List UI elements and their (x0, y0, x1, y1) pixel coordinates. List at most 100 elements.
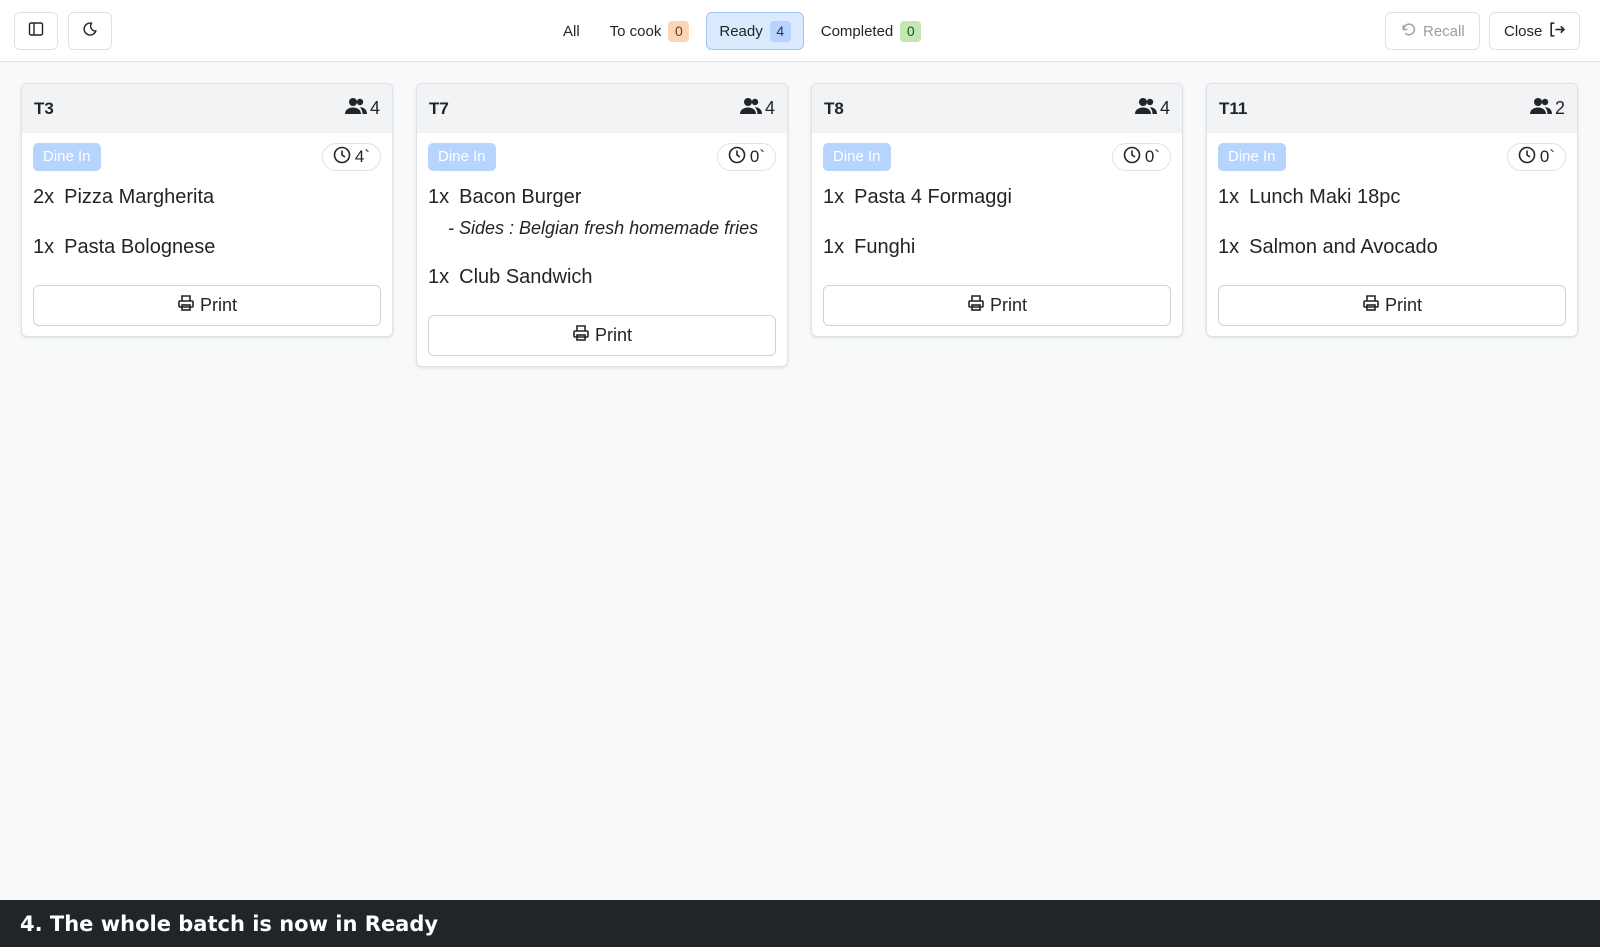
item-name: Pasta 4 Formaggi (854, 186, 1012, 208)
order-card-header: T11 2 (1207, 84, 1577, 133)
elapsed-timer: 4` (321, 143, 381, 171)
order-item-with-modifier: 1x Bacon Burger - Sides : Belgian fresh … (428, 185, 776, 239)
sidebar-toggle-button[interactable] (14, 12, 58, 50)
order-card-header: T3 4 (22, 84, 392, 133)
undo-icon (1400, 21, 1417, 42)
elapsed-value: 0` (1144, 147, 1160, 166)
table-number: T7 (429, 98, 449, 118)
moon-icon (82, 21, 98, 42)
print-label: Print (199, 295, 237, 315)
people-icon (1134, 97, 1157, 120)
status-filters: All To cook 0 Ready 4 Completed 0 (550, 12, 934, 50)
guest-count: 4 (344, 97, 380, 120)
item-name: Pasta Bolognese (64, 236, 216, 258)
step-caption: 4. The whole batch is now in Ready (0, 900, 1600, 947)
elapsed-timer: 0` (1111, 143, 1171, 171)
exit-icon (1548, 21, 1566, 42)
print-button[interactable]: Print (428, 315, 776, 356)
item-qty: 1x (428, 266, 450, 288)
order-card: T7 4 Dine In 0` 1x Bacon Burger - Sides … (416, 83, 788, 367)
dark-mode-button[interactable] (68, 12, 112, 50)
order-type-badge: Dine In (428, 143, 496, 171)
item-modifier: - Sides : Belgian fresh homemade fries (448, 218, 759, 238)
item-name: Club Sandwich (459, 266, 593, 288)
printer-icon (1362, 294, 1380, 317)
item-qty: 1x (823, 186, 845, 208)
item-qty: 1x (428, 186, 450, 208)
clock-icon (333, 146, 351, 169)
guest-count: 4 (1134, 97, 1170, 120)
count-badge: 0 (900, 20, 922, 42)
order-type-badge: Dine In (823, 143, 891, 171)
filter-ready[interactable]: Ready 4 (706, 12, 804, 50)
order-item: 1x Pasta 4 Formaggi (823, 185, 1171, 209)
filter-completed[interactable]: Completed 0 (808, 12, 935, 50)
guest-count: 2 (1529, 97, 1565, 120)
item-name: Lunch Maki 18pc (1249, 186, 1401, 208)
item-name: Pizza Margherita (64, 186, 215, 208)
close-button[interactable]: Close (1489, 12, 1581, 50)
order-item: 1x Pasta Bolognese (33, 235, 381, 259)
order-item: 1x Lunch Maki 18pc (1218, 185, 1566, 209)
printer-icon (967, 294, 985, 317)
print-button[interactable]: Print (823, 285, 1171, 326)
item-qty: 1x (33, 236, 55, 258)
close-label: Close (1504, 22, 1543, 40)
item-name: Salmon and Avocado (1249, 236, 1438, 258)
filter-label: Completed (820, 22, 894, 40)
item-qty: 1x (1218, 186, 1240, 208)
elapsed-timer: 0` (1506, 143, 1566, 171)
table-number: T3 (34, 98, 54, 118)
order-type-badge: Dine In (1218, 143, 1286, 171)
elapsed-timer: 0` (716, 143, 776, 171)
filter-label: To cook (609, 22, 662, 40)
item-qty: 2x (33, 186, 55, 208)
item-qty: 1x (1218, 236, 1240, 258)
guest-count-value: 4 (764, 98, 775, 118)
order-type-badge: Dine In (33, 143, 101, 171)
order-card-header: T8 4 (812, 84, 1182, 133)
filter-label: Ready (719, 22, 763, 40)
filter-all[interactable]: All (550, 12, 593, 50)
item-name: Bacon Burger (459, 186, 582, 208)
filter-to-cook[interactable]: To cook 0 (597, 12, 703, 50)
order-item: 1x Club Sandwich (428, 265, 776, 289)
elapsed-value: 0` (1539, 147, 1555, 166)
guest-count: 4 (739, 97, 775, 120)
print-button[interactable]: Print (33, 285, 381, 326)
top-bar: All To cook 0 Ready 4 Completed 0 Recall… (0, 0, 1600, 62)
elapsed-value: 0` (749, 147, 765, 166)
people-icon (739, 97, 762, 120)
print-label: Print (1384, 295, 1422, 315)
guest-count-value: 4 (1159, 98, 1170, 118)
table-number: T11 (1219, 98, 1248, 118)
order-card: T8 4 Dine In 0` 1x Pasta 4 Formaggi 1x F… (811, 83, 1183, 337)
clock-icon (1518, 146, 1536, 169)
order-item: 1x Salmon and Avocado (1218, 235, 1566, 259)
order-card-header: T7 4 (417, 84, 787, 133)
printer-icon (177, 294, 195, 317)
item-name: Funghi (854, 236, 916, 258)
filter-label: All (563, 22, 580, 40)
order-item: 1x Bacon Burger (428, 185, 776, 209)
recall-button[interactable]: Recall (1385, 12, 1480, 50)
order-card: T3 4 Dine In 4` 2x Pizza Margherita 1x P… (21, 83, 393, 337)
printer-icon (572, 324, 590, 347)
clock-icon (728, 146, 746, 169)
clock-icon (1123, 146, 1141, 169)
elapsed-value: 4` (354, 147, 370, 166)
sidebar-icon (28, 21, 44, 42)
count-badge: 0 (668, 20, 690, 42)
print-label: Print (594, 325, 632, 345)
recall-label: Recall (1423, 22, 1465, 40)
table-number: T8 (824, 98, 844, 118)
print-button[interactable]: Print (1218, 285, 1566, 326)
people-icon (344, 97, 367, 120)
people-icon (1529, 97, 1552, 120)
print-label: Print (989, 295, 1027, 315)
order-card: T11 2 Dine In 0` 1x Lunch Maki 18pc 1x S… (1206, 83, 1578, 337)
guest-count-value: 4 (369, 98, 380, 118)
item-qty: 1x (823, 236, 845, 258)
count-badge: 4 (769, 20, 791, 42)
guest-count-value: 2 (1554, 98, 1565, 118)
